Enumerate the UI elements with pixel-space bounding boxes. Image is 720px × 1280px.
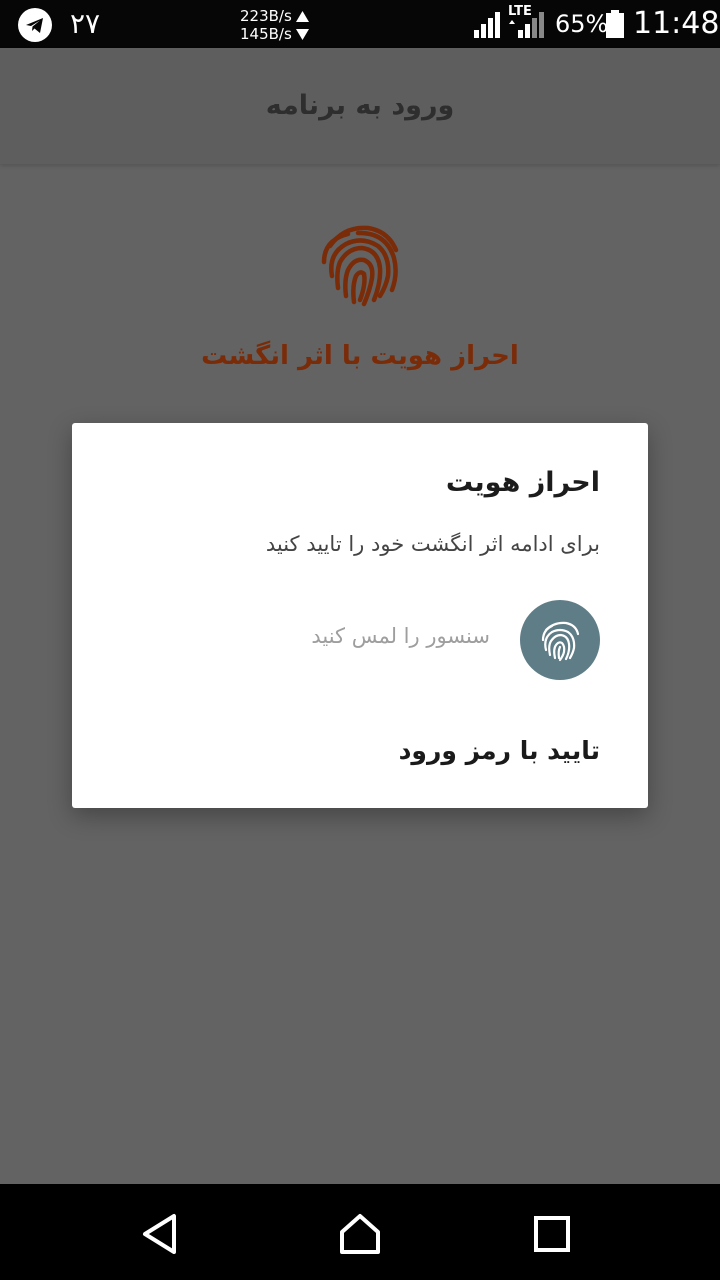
network-speed: 223B/s 145B/s [240,7,309,43]
fingerprint-icon [321,225,399,307]
fingerprint-dialog: احراز هویت برای ادامه اثر انگشت خود را ت… [72,423,648,808]
dialog-subtitle: برای ادامه اثر انگشت خود را تایید کنید [265,532,600,556]
signal-strength-icon [474,12,500,38]
status-bar: ۲۷ 223B/s 145B/s LTE 65% 11:48 [0,0,720,48]
recent-apps-icon[interactable] [530,1212,574,1256]
telegram-icon [18,8,52,42]
download-speed: 145B/s [240,25,292,43]
app-bar: ورود به برنامه [0,48,720,164]
home-icon[interactable] [338,1212,382,1256]
signal-strength-secondary-icon [509,12,544,38]
page-title: ورود به برنامه [265,90,455,121]
fingerprint-icon [541,621,580,662]
dialog-title: احراز هویت [445,467,600,498]
page-heading: احراز هویت با اثر انگشت [201,341,519,371]
sensor-hint: سنسور را لمس کنید [311,624,490,648]
download-arrow-icon [295,28,309,40]
upload-arrow-icon [295,10,309,22]
login-with-password-button[interactable]: تایید با رمز ورود [399,731,600,771]
upload-speed: 223B/s [240,7,292,25]
clock: 11:48 [633,6,720,41]
battery-icon [606,10,624,38]
battery-percent: 65% [555,10,609,38]
notification-count: ۲۷ [70,7,101,40]
navigation-bar [0,1184,720,1280]
back-icon[interactable] [139,1212,183,1256]
fingerprint-sensor-button[interactable] [520,600,600,680]
